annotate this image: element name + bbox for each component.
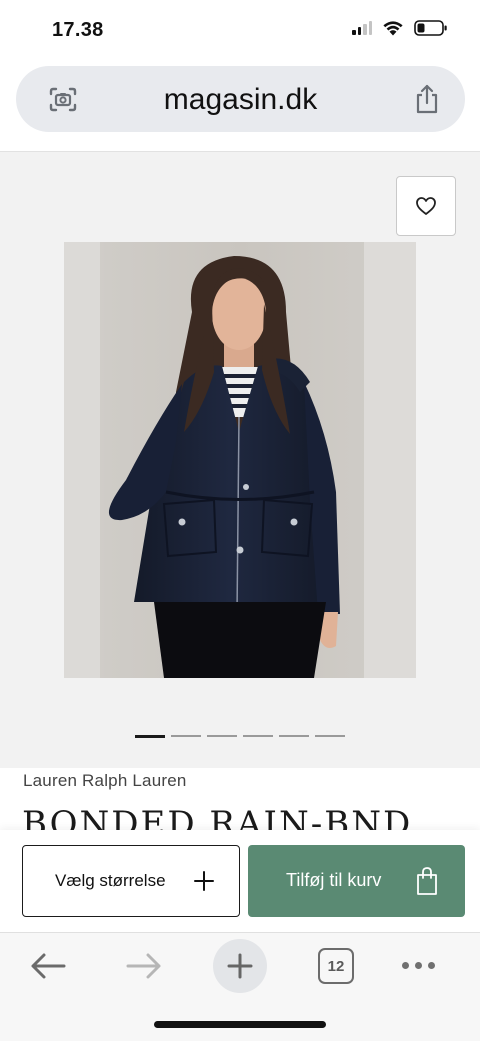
add-to-cart-button[interactable]: Tilføj til kurv bbox=[248, 845, 465, 917]
product-title: BONDED RAIN-BND bbox=[22, 804, 413, 830]
address-bar[interactable]: magasin.dk bbox=[16, 66, 465, 132]
plus-icon bbox=[194, 871, 214, 891]
gallery-dot[interactable] bbox=[315, 735, 345, 737]
shopping-bag-icon bbox=[417, 867, 437, 895]
select-size-label: Vælg størrelse bbox=[55, 871, 166, 890]
brand-name[interactable]: Lauren Ralph Lauren bbox=[23, 771, 187, 791]
gallery-dot[interactable] bbox=[135, 734, 165, 738]
page: 17.38 magasin.dk Lauren Ralph Lauren BON… bbox=[0, 0, 480, 1041]
select-size-button[interactable]: Vælg størrelse bbox=[22, 845, 240, 917]
add-to-cart-label: Tilføj til kurv bbox=[286, 870, 382, 890]
product-title-container: BONDED RAIN-BND bbox=[22, 804, 462, 830]
gallery-dot[interactable] bbox=[171, 735, 201, 737]
cellular-signal-icon bbox=[352, 21, 372, 35]
share-icon[interactable] bbox=[413, 83, 441, 115]
more-menu-icon[interactable] bbox=[402, 958, 440, 972]
status-time: 17.38 bbox=[52, 19, 104, 41]
tabs-button[interactable]: 12 bbox=[318, 948, 354, 984]
favorite-button[interactable] bbox=[396, 176, 456, 236]
plus-icon bbox=[227, 953, 253, 979]
wifi-icon bbox=[383, 21, 403, 36]
heart-icon bbox=[416, 197, 436, 215]
gallery-dot[interactable] bbox=[243, 735, 273, 737]
home-indicator bbox=[154, 1021, 326, 1028]
battery-icon bbox=[414, 20, 447, 36]
product-image[interactable] bbox=[64, 242, 416, 678]
forward-arrow-icon[interactable] bbox=[124, 951, 164, 981]
product-photo bbox=[64, 242, 416, 678]
new-tab-button[interactable] bbox=[213, 939, 267, 993]
gallery-dot[interactable] bbox=[207, 735, 237, 737]
gallery-pagination[interactable] bbox=[135, 734, 345, 738]
status-icons bbox=[352, 20, 448, 36]
url-text[interactable]: magasin.dk bbox=[16, 83, 465, 117]
status-bar: 17.38 bbox=[0, 0, 480, 62]
gallery-dot[interactable] bbox=[279, 735, 309, 737]
back-arrow-icon[interactable] bbox=[28, 951, 68, 981]
